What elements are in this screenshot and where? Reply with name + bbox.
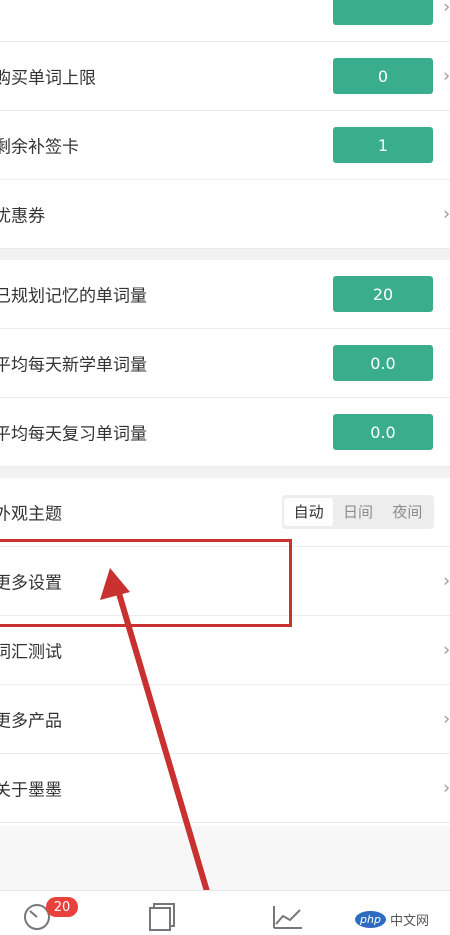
notification-badge: 20 <box>46 897 78 917</box>
cards-icon[interactable] <box>145 900 179 932</box>
php-logo: php <box>355 911 386 928</box>
watermark-site: 中文网 <box>389 914 429 929</box>
chart-icon[interactable] <box>270 900 304 932</box>
annotation-arrow-icon <box>100 568 214 908</box>
watermark: php 中文网 <box>355 910 429 929</box>
